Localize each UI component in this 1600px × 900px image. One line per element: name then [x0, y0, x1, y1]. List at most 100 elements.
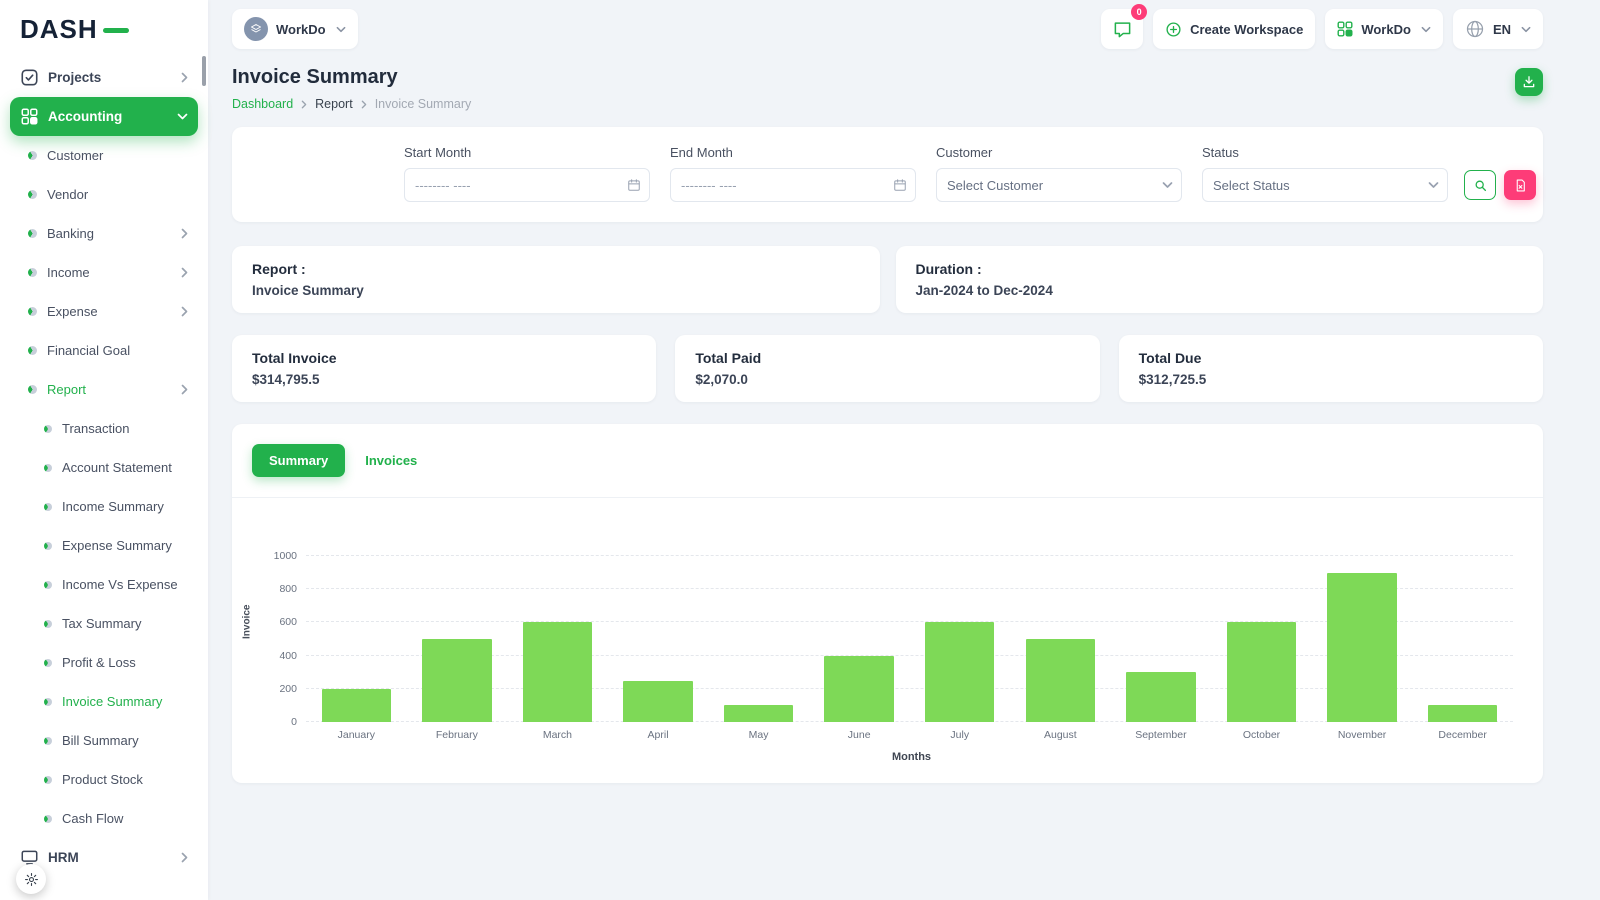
end-month-input[interactable] — [670, 168, 916, 202]
total-invoice-card: Total Invoice $314,795.5 — [232, 335, 657, 402]
tab-invoices[interactable]: Invoices — [361, 444, 421, 477]
sidebar-item-income-summary[interactable]: Income Summary — [10, 487, 198, 526]
create-workspace-label: Create Workspace — [1190, 21, 1304, 37]
bar-september — [1126, 672, 1196, 722]
sidebar-item-bill-summary[interactable]: Bill Summary — [10, 721, 198, 760]
sidebar-item-transaction[interactable]: Transaction — [10, 409, 198, 448]
bullet-icon — [28, 307, 37, 316]
x-axis-title: Months — [891, 751, 932, 763]
bullet-icon — [44, 502, 52, 511]
bar-slot — [1010, 522, 1111, 722]
bar-may — [723, 705, 794, 722]
x-tick-label: September — [1135, 729, 1187, 741]
bullet-icon — [28, 385, 37, 394]
messages-badge: 0 — [1131, 4, 1148, 20]
filters-card: Start Month End Month Cust — [232, 127, 1543, 222]
tab-summary[interactable]: Summary — [252, 444, 346, 477]
sidebar-item-vendor[interactable]: Vendor — [10, 175, 198, 214]
bar-december — [1427, 705, 1498, 722]
total-paid-card: Total Paid $2,070.0 — [675, 335, 1100, 402]
x-tick-label: January — [337, 729, 375, 741]
sidebar-item-expense[interactable]: Expense — [10, 292, 198, 331]
bullet-icon — [44, 697, 52, 706]
check-square-icon — [20, 69, 38, 87]
status-select[interactable]: Select Status — [1202, 168, 1448, 202]
messages-button[interactable]: 0 — [1101, 4, 1148, 49]
report-card: Report : Invoice Summary — [232, 246, 880, 313]
bullet-icon — [44, 541, 52, 550]
bar-slot — [507, 522, 608, 722]
brand-logo[interactable]: DASH — [0, 0, 208, 58]
customer-field: Customer Select Customer — [936, 145, 1182, 202]
x-tick-label: November — [1337, 729, 1387, 741]
x-tick-label: June — [847, 729, 871, 741]
x-tick-label: August — [1043, 729, 1077, 741]
end-month-label: End Month — [670, 145, 733, 160]
bullet-icon — [44, 619, 52, 628]
chevron-down-icon — [177, 113, 188, 120]
workspace-switcher[interactable]: WorkDo — [232, 9, 358, 49]
y-tick-label: 0 — [291, 716, 297, 728]
sidebar-item-product-stock[interactable]: Product Stock — [10, 760, 198, 799]
duration-card: Duration : Jan-2024 to Dec-2024 — [895, 246, 1543, 313]
sidebar-item-invoice-summary[interactable]: Invoice Summary — [10, 682, 198, 721]
bar-slot — [1211, 522, 1312, 722]
sidebar-scrollbar-thumb[interactable] — [202, 56, 206, 86]
filters-spacer — [250, 145, 384, 202]
duration-label: Duration : — [915, 261, 982, 277]
total-paid-label: Total Paid — [695, 350, 762, 366]
bar-slot — [407, 522, 508, 722]
bar-april — [623, 680, 693, 722]
bullet-icon — [44, 580, 52, 589]
sidebar-item-financial-goal[interactable]: Financial Goal — [10, 331, 198, 370]
sidebar-item-profit-loss[interactable]: Profit & Loss — [10, 643, 198, 682]
sidebar-item-projects[interactable]: Projects — [10, 58, 198, 97]
invoice-bar-chart: Invoice 0 200 400 600 800 1000 January Februar… — [232, 498, 1543, 763]
chevron-down-icon — [1521, 26, 1531, 33]
topbar-actions: 0 Create Workspace WorkDo EN — [1101, 4, 1543, 49]
sidebar-item-banking[interactable]: Banking — [10, 214, 198, 253]
chevron-right-icon — [181, 72, 188, 83]
sidebar-item-cash-flow[interactable]: Cash Flow — [10, 799, 198, 838]
download-button[interactable] — [1515, 68, 1543, 96]
chevron-right-icon — [181, 228, 188, 239]
create-workspace-button[interactable]: Create Workspace — [1153, 9, 1316, 49]
duration-value: Jan-2024 to Dec-2024 — [915, 283, 1053, 298]
sidebar-item-report[interactable]: Report — [10, 370, 198, 409]
settings-fab[interactable] — [16, 864, 46, 894]
main-content: WorkDo 0 Create Workspace WorkDo EN Invo… — [208, 0, 1600, 900]
breadcrumb-report[interactable]: Report — [315, 97, 353, 111]
bullet-icon — [44, 814, 52, 823]
bar-slot — [608, 522, 709, 722]
y-tick-label: 400 — [279, 649, 297, 662]
bar-slot — [1312, 522, 1413, 722]
customer-label: Customer — [936, 145, 993, 160]
sidebar-item-tax-summary[interactable]: Tax Summary — [10, 604, 198, 643]
reset-button[interactable] — [1504, 170, 1536, 200]
customer-select[interactable]: Select Customer — [936, 168, 1182, 202]
search-button[interactable] — [1464, 170, 1496, 200]
search-icon — [1474, 179, 1487, 192]
bullet-icon — [28, 151, 37, 160]
language-selector[interactable]: EN — [1452, 9, 1543, 49]
total-due-card: Total Due $312,725.5 — [1118, 335, 1543, 402]
sidebar-item-accounting[interactable]: Accounting — [10, 97, 198, 136]
sidebar-item-expense-summary[interactable]: Expense Summary — [10, 526, 198, 565]
breadcrumb-dashboard[interactable]: Dashboard — [232, 97, 293, 111]
sidebar-item-income-vs-expense[interactable]: Income Vs Expense — [10, 565, 198, 604]
start-month-input[interactable] — [404, 168, 650, 202]
x-tick-label: July — [950, 729, 970, 741]
bullet-icon — [44, 424, 52, 433]
bar-october — [1226, 622, 1297, 722]
workdo-menu-button[interactable]: WorkDo — [1325, 9, 1443, 49]
globe-icon — [1465, 19, 1485, 39]
sidebar-item-income[interactable]: Income — [10, 253, 198, 292]
y-tick-label: 600 — [279, 616, 297, 629]
breadcrumb-separator-icon — [301, 100, 307, 109]
chevron-down-icon — [336, 26, 346, 33]
bullet-icon — [44, 736, 52, 745]
sidebar-item-customer[interactable]: Customer — [10, 136, 198, 175]
start-month-field: Start Month — [404, 145, 650, 202]
bullet-icon — [28, 190, 37, 199]
sidebar-item-account-statement[interactable]: Account Statement — [10, 448, 198, 487]
